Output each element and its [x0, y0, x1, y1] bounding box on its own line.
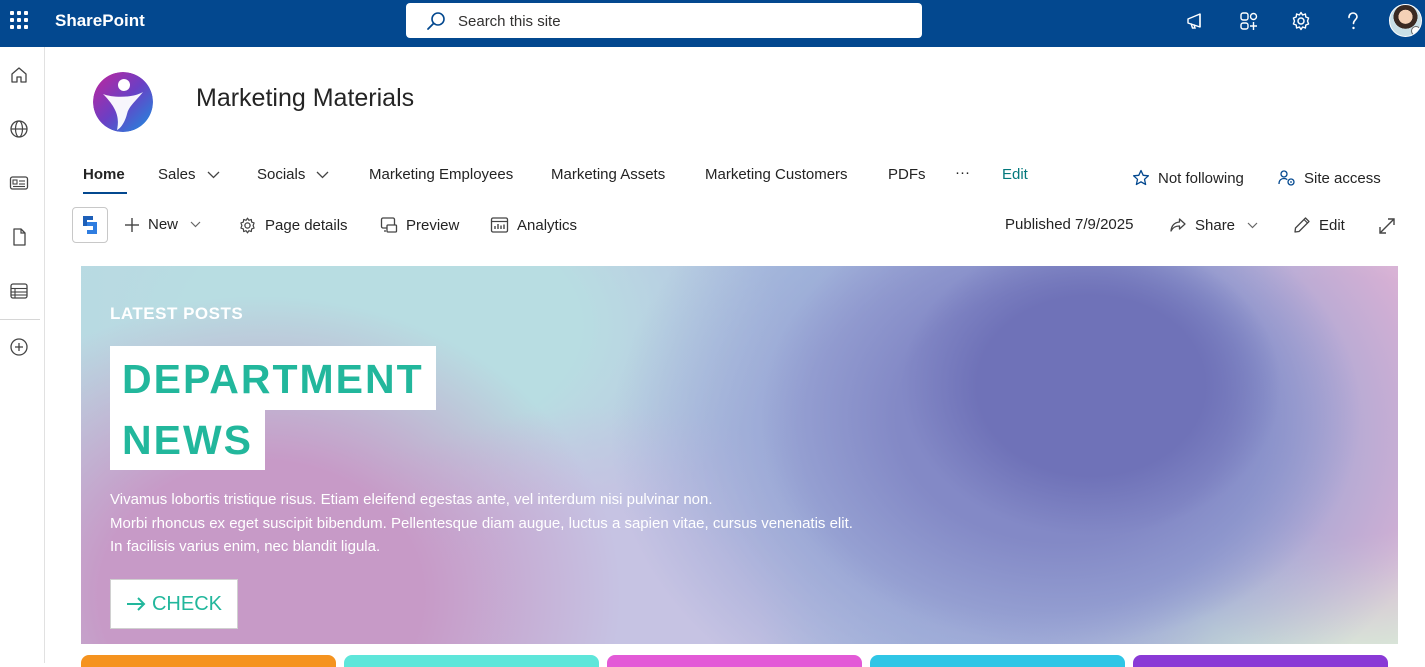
share-icon	[1170, 218, 1186, 232]
document-icon[interactable]	[9, 227, 29, 247]
nav-item-home[interactable]: Home	[83, 166, 125, 183]
home-icon[interactable]	[9, 65, 29, 85]
arrow-right-icon	[126, 597, 146, 611]
news-card[interactable]	[344, 655, 599, 667]
follow-button[interactable]: Not following	[1132, 169, 1244, 187]
hero-kicker: LATEST POSTS	[110, 304, 244, 323]
add-circle-icon[interactable]	[9, 337, 29, 357]
share-label: Share	[1195, 216, 1236, 234]
presence-icon	[1411, 26, 1421, 36]
hero-headline-line2: NEWS	[110, 410, 265, 470]
nav-item-label: Socials	[257, 166, 306, 183]
chevron-down-icon	[1247, 222, 1258, 228]
hero-body-line: Vivamus lobortis tristique risus. Etiam …	[110, 491, 713, 508]
site-logo[interactable]	[93, 72, 153, 132]
nav-more-button[interactable]: ···	[955, 164, 970, 181]
news-icon[interactable]	[9, 173, 29, 193]
hero-headline-line1: DEPARTMENT	[110, 346, 436, 410]
brand-logo-icon	[83, 216, 97, 234]
hero-banner	[81, 266, 1398, 644]
follow-label: Not following	[1158, 169, 1244, 187]
gear-icon	[240, 217, 255, 234]
new-button[interactable]: New	[124, 216, 201, 233]
connections-icon[interactable]	[1238, 10, 1260, 32]
nav-item-marketing-assets[interactable]: Marketing Assets	[551, 166, 665, 183]
rail-divider	[0, 319, 40, 320]
app-launcher-icon[interactable]	[10, 11, 28, 29]
nav-item-label: PDFs	[888, 166, 926, 183]
search-input[interactable]	[458, 10, 898, 32]
preview-button[interactable]: Preview	[380, 216, 459, 234]
suite-bar: SharePoint	[0, 0, 1425, 47]
news-card[interactable]	[870, 655, 1125, 667]
gear-icon[interactable]	[1290, 10, 1312, 32]
hero-body-line: Morbi rhoncus ex eget suscipit bibendum.…	[110, 514, 853, 532]
page-details-label: Page details	[265, 217, 348, 234]
nav-active-indicator	[83, 192, 127, 194]
star-icon	[1132, 169, 1150, 186]
list-icon[interactable]	[9, 281, 29, 301]
chevron-down-icon	[316, 171, 329, 178]
expand-icon[interactable]	[1378, 217, 1396, 235]
nav-item-label: Marketing Assets	[551, 166, 666, 183]
nav-item-socials[interactable]: Socials	[257, 166, 329, 183]
edit-label: Edit	[1319, 216, 1345, 234]
chevron-down-icon	[190, 221, 201, 228]
app-logo-button[interactable]	[72, 207, 108, 243]
preview-icon	[380, 217, 398, 233]
share-button[interactable]: Share	[1169, 216, 1258, 234]
chevron-down-icon	[207, 171, 219, 178]
people-settings-icon	[1278, 170, 1295, 186]
help-icon[interactable]	[1342, 10, 1364, 32]
analytics-label: Analytics	[517, 216, 578, 234]
analytics-icon	[490, 217, 509, 233]
hero-body: Vivamus lobortis tristique risus. Etiam …	[110, 488, 930, 559]
news-card[interactable]	[1133, 655, 1388, 667]
published-status: Published 7/9/2025	[1005, 216, 1134, 233]
nav-item-label: Marketing Employees	[369, 166, 514, 183]
site-access-label: Site access	[1304, 169, 1381, 187]
nav-edit-link[interactable]: Edit	[1002, 166, 1028, 183]
app-name[interactable]: SharePoint	[55, 11, 145, 31]
search-box[interactable]	[406, 3, 922, 38]
globe-icon[interactable]	[9, 119, 29, 139]
page-details-button[interactable]: Page details	[238, 216, 348, 235]
site-title[interactable]: Marketing Materials	[196, 84, 414, 113]
nav-item-label: Sales	[158, 166, 196, 183]
news-card[interactable]	[81, 655, 336, 667]
new-label: New	[148, 216, 179, 233]
check-label: CHECK	[151, 592, 222, 615]
nav-item-label: Home	[83, 166, 125, 183]
megaphone-icon[interactable]	[1185, 10, 1207, 32]
avatar[interactable]	[1389, 4, 1422, 37]
hero-body-line: In facilisis varius enim, nec blandit li…	[110, 538, 381, 555]
analytics-button[interactable]: Analytics	[490, 216, 577, 234]
site-access-button[interactable]: Site access	[1278, 169, 1381, 187]
news-card[interactable]	[607, 655, 862, 667]
nav-edit-label: Edit	[1002, 166, 1028, 183]
left-rail	[0, 47, 45, 663]
nav-item-label: Marketing Customers	[705, 166, 848, 183]
nav-item-pdfs[interactable]: PDFs	[888, 166, 926, 183]
nav-item-marketing-employees[interactable]: Marketing Employees	[369, 166, 513, 183]
check-button[interactable]: CHECK	[110, 579, 238, 629]
plus-icon	[125, 217, 139, 232]
edit-page-button[interactable]: Edit	[1293, 216, 1345, 234]
more-icon: ···	[955, 164, 970, 181]
search-icon	[427, 12, 445, 30]
nav-item-marketing-customers[interactable]: Marketing Customers	[705, 166, 848, 183]
preview-label: Preview	[406, 216, 460, 234]
nav-item-sales[interactable]: Sales	[158, 166, 220, 183]
pencil-icon	[1294, 217, 1310, 233]
